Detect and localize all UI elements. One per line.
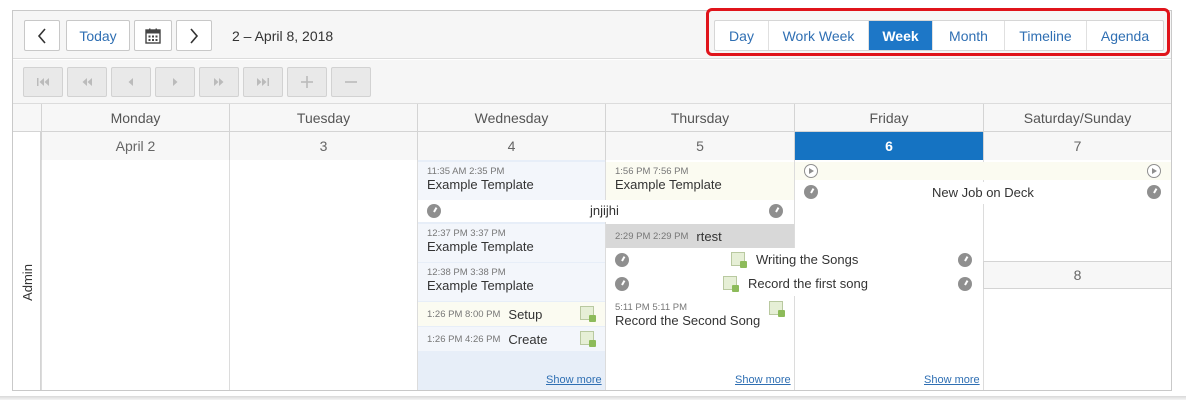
- document-icon: [580, 331, 596, 347]
- first-page-button[interactable]: [23, 67, 63, 97]
- clock-icon: [958, 253, 972, 267]
- step-forward-button[interactable]: [155, 67, 195, 97]
- event-time: 1:26 PM 4:26 PM: [427, 333, 501, 345]
- clock-icon: [1147, 185, 1161, 199]
- date-header-saturday[interactable]: 7: [983, 132, 1171, 160]
- event-title: rtest: [696, 228, 722, 244]
- fast-forward-button[interactable]: [199, 67, 239, 97]
- date-header-monday[interactable]: April 2: [41, 132, 229, 160]
- day-header-thursday: Thursday: [605, 104, 794, 132]
- event-title: Writing the Songs: [756, 252, 859, 267]
- event-thu-rtest[interactable]: 2:29 PM 2:29 PM rtest: [606, 224, 794, 248]
- calendar-grid: Monday Tuesday Wednesday Thursday Friday…: [13, 104, 1171, 390]
- page-shadow: [0, 396, 1186, 400]
- event-wed-example-template-1[interactable]: 11:35 AM 2:35 PM Example Template: [418, 162, 605, 200]
- event-title: jnjijhi: [590, 203, 619, 218]
- skip-first-icon: [37, 78, 49, 86]
- show-more-friday[interactable]: Show more: [924, 374, 980, 386]
- event-time: 12:38 PM 3:38 PM: [427, 267, 506, 278]
- calendar-picker-button[interactable]: [134, 20, 172, 51]
- event-record-the-first-song[interactable]: Record the first song: [606, 272, 983, 296]
- event-time: 5:11 PM 5:11 PM: [615, 302, 687, 313]
- clock-icon: [958, 277, 972, 291]
- event-title: Record the first song: [748, 276, 868, 291]
- next-arrow-icon: [804, 164, 818, 178]
- event-time: 12:37 PM 3:37 PM: [427, 228, 506, 239]
- previous-button[interactable]: [24, 20, 60, 51]
- day-header-wednesday: Wednesday: [417, 104, 605, 132]
- add-button[interactable]: [287, 67, 327, 97]
- event-thu-example-template[interactable]: 1:56 PM 7:56 PM Example Template: [606, 162, 794, 200]
- event-time: 1:26 PM 8:00 PM: [427, 308, 501, 320]
- document-icon: [769, 301, 785, 317]
- day-header-monday: Monday: [41, 104, 229, 132]
- last-page-button[interactable]: [243, 67, 283, 97]
- clock-icon: [769, 204, 783, 218]
- event-title: Example Template: [427, 177, 534, 192]
- calendar-icon: [145, 28, 161, 44]
- event-wed-example-template-2[interactable]: 12:37 PM 3:37 PM Example Template: [418, 224, 605, 262]
- fast-forward-icon: [214, 78, 224, 86]
- event-wed-create[interactable]: 1:26 PM 4:26 PM Create: [418, 327, 605, 351]
- day-cell-monday[interactable]: [41, 160, 229, 390]
- document-icon: [723, 276, 739, 292]
- skip-last-icon: [257, 78, 269, 86]
- resource-label: Admin: [19, 263, 35, 301]
- highlight-annotation: [706, 8, 1170, 56]
- resource-column: Admin: [13, 132, 41, 390]
- event-title: Example Template: [427, 278, 534, 293]
- plus-icon: [301, 76, 313, 88]
- rewind-button[interactable]: [67, 67, 107, 97]
- event-wed-setup[interactable]: 1:26 PM 8:00 PM Setup: [418, 302, 605, 326]
- show-more-wednesday[interactable]: Show more: [546, 374, 602, 386]
- event-title: Create: [508, 331, 548, 347]
- day-header-weekend: Saturday/Sunday: [983, 104, 1171, 132]
- remove-button[interactable]: [331, 67, 371, 97]
- minus-icon: [345, 81, 357, 83]
- event-fri-continuation-bar[interactable]: [795, 162, 1171, 180]
- show-more-thursday[interactable]: Show more: [735, 374, 791, 386]
- date-header-tuesday[interactable]: 3: [229, 132, 417, 160]
- clock-icon: [427, 204, 441, 218]
- document-icon: [580, 306, 596, 322]
- event-wed-example-template-3[interactable]: 12:38 PM 3:38 PM Example Template: [418, 263, 605, 301]
- clock-icon: [615, 253, 629, 267]
- date-header-wednesday[interactable]: 4: [417, 132, 605, 160]
- day-header-friday: Friday: [794, 104, 983, 132]
- event-title: Example Template: [615, 177, 722, 192]
- event-time: 1:56 PM 7:56 PM: [615, 166, 689, 177]
- chevron-left-icon: [37, 27, 46, 44]
- date-header-friday-today[interactable]: 6: [794, 132, 983, 160]
- event-writing-the-songs[interactable]: Writing the Songs: [606, 248, 983, 272]
- rewind-icon: [82, 78, 92, 86]
- event-new-job-on-deck[interactable]: New Job on Deck: [795, 182, 1171, 204]
- next-button[interactable]: [176, 20, 212, 51]
- chevron-right-icon: [190, 27, 199, 44]
- day-header-tuesday: Tuesday: [229, 104, 417, 132]
- date-header-sunday[interactable]: 8: [983, 261, 1171, 289]
- event-time: 11:35 AM 2:35 PM: [427, 166, 505, 177]
- event-title: Record the Second Song: [615, 313, 761, 328]
- event-title: New Job on Deck: [932, 185, 1034, 200]
- date-range-label: 2 – April 8, 2018: [232, 28, 334, 44]
- event-title: Example Template: [427, 239, 534, 254]
- event-record-the-second-song[interactable]: 5:11 PM 5:11 PM Record the Second Song: [606, 298, 794, 336]
- event-jnjijhi[interactable]: jnjijhi: [418, 200, 794, 222]
- document-icon: [731, 252, 747, 268]
- event-time: 2:29 PM 2:29 PM: [615, 230, 689, 242]
- today-button[interactable]: Today: [66, 20, 130, 51]
- day-cell-tuesday[interactable]: [229, 160, 417, 390]
- step-back-button[interactable]: [111, 67, 151, 97]
- date-header-thursday[interactable]: 5: [605, 132, 794, 160]
- next-arrow-icon: [1147, 164, 1161, 178]
- clock-icon: [804, 185, 818, 199]
- triangle-left-icon: [128, 78, 133, 86]
- event-title: Setup: [508, 306, 543, 322]
- triangle-right-icon: [173, 78, 178, 86]
- clock-icon: [615, 277, 629, 291]
